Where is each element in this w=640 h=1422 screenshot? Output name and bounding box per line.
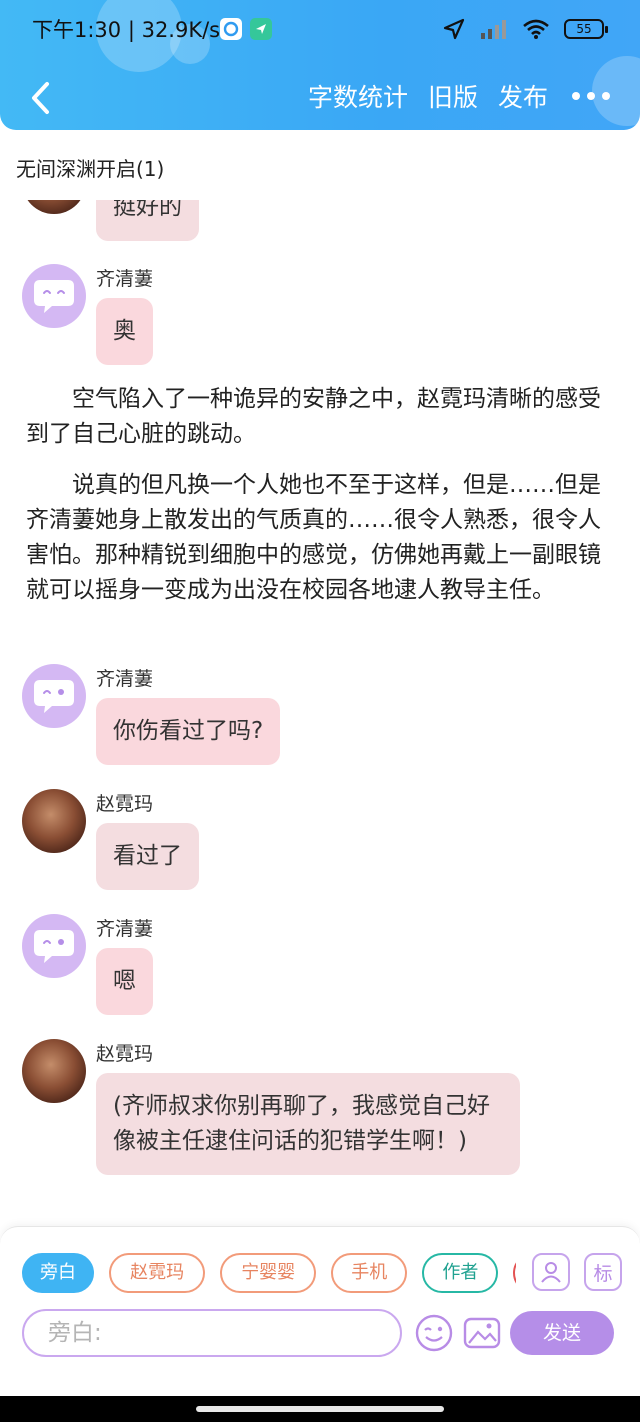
- user-card-icon: [541, 1262, 561, 1283]
- emoji-button[interactable]: [414, 1313, 454, 1353]
- role-chip[interactable]: 赵霓玛: [109, 1253, 206, 1293]
- message-text: 奥: [113, 318, 136, 344]
- signal-icon: [481, 20, 506, 39]
- role-chip-narration[interactable]: 旁白: [22, 1253, 94, 1293]
- home-indicator[interactable]: [196, 1406, 444, 1412]
- message-bubble[interactable]: 你伤看过了吗?: [96, 698, 281, 765]
- tag-label: 标: [593, 1262, 613, 1285]
- avatar[interactable]: [22, 914, 86, 978]
- avatar[interactable]: [22, 200, 86, 214]
- message-bubble[interactable]: 嗯: [96, 948, 153, 1015]
- tag-button[interactable]: 标: [584, 1253, 622, 1291]
- narration-paragraph[interactable]: 空气陷入了一种诡异的安静之中，赵霓玛清晰的感受到了自己心脏的跳动。: [26, 382, 606, 452]
- nav-bar: 字数统计 旧版 发布: [0, 70, 640, 124]
- chat-message[interactable]: 赵霓玛 看过了: [22, 789, 622, 893]
- gps-icon: [443, 18, 465, 40]
- character-manage-button[interactable]: [532, 1253, 570, 1291]
- message-bubble[interactable]: 挺好的: [96, 200, 199, 241]
- role-chip-partial[interactable]: [513, 1253, 516, 1293]
- chat-bubble-face-icon: [34, 680, 74, 713]
- message-text: (齐师叔求你别再聊了，我感觉自己好像被主任逮住问话的犯错学生啊！): [113, 1093, 490, 1154]
- chat-message[interactable]: 挺好的: [22, 200, 622, 242]
- message-text: 嗯: [113, 968, 136, 994]
- location-share-icon: [250, 18, 272, 40]
- message-text: 挺好的: [113, 200, 182, 220]
- status-bar: 下午1:30 | 32.9K/s 55: [0, 0, 640, 60]
- chat-message[interactable]: 齐清萋 嗯: [22, 914, 622, 1018]
- chapter-title: 无间深渊开启(1): [16, 157, 165, 181]
- avatar[interactable]: [22, 1039, 86, 1103]
- composer-panel: 旁白 赵霓玛 宁婴婴 手机 作者 标 旁白: 发送: [0, 1226, 640, 1396]
- chat-message[interactable]: 赵霓玛 (齐师叔求你别再聊了，我感觉自己好像被主任逮住问话的犯错学生啊！): [22, 1039, 622, 1211]
- sender-name: 齐清萋: [96, 268, 154, 290]
- wifi-icon: [523, 19, 549, 39]
- chat-message[interactable]: 齐清萋 奥: [22, 264, 622, 368]
- message-text: 你伤看过了吗?: [113, 718, 264, 744]
- message-input[interactable]: 旁白:: [22, 1309, 402, 1357]
- chat-message[interactable]: 齐清萋 你伤看过了吗?: [22, 664, 622, 768]
- sender-name: 齐清萋: [96, 918, 154, 940]
- old-version-button[interactable]: 旧版: [428, 78, 478, 114]
- avatar[interactable]: [22, 789, 86, 853]
- status-time-speed: 下午1:30 | 32.9K/s: [32, 18, 221, 42]
- role-selector: 旁白 赵霓玛 宁婴婴 手机 作者: [22, 1253, 516, 1295]
- chat-area[interactable]: 挺好的 齐清萋 奥 空气陷入了一种诡异的安静之中，赵霓玛清晰的感受到了自己心脏的…: [0, 200, 640, 1220]
- narration-paragraph[interactable]: 说真的但凡换一个人她也不至于这样，但是……但是齐清萋她身上散发出的气质真的……很…: [26, 468, 606, 608]
- role-chip[interactable]: 作者: [422, 1253, 499, 1293]
- chat-bubble-face-icon: [34, 280, 74, 313]
- word-count-button[interactable]: 字数统计: [308, 78, 408, 114]
- sender-name: 齐清萋: [96, 668, 154, 690]
- message-text: 看过了: [113, 843, 182, 869]
- battery-icon: 55: [564, 19, 608, 39]
- app-notification-icon: [220, 18, 242, 40]
- system-nav-bar: [0, 1396, 640, 1422]
- back-button[interactable]: [20, 78, 60, 118]
- top-header: 下午1:30 | 32.9K/s 55 字数统计 旧版 发布: [0, 0, 640, 130]
- more-dot-icon: [587, 92, 595, 100]
- message-bubble[interactable]: 奥: [96, 298, 153, 365]
- avatar[interactable]: [22, 264, 86, 328]
- chat-bubble-face-icon: [34, 930, 74, 963]
- message-bubble[interactable]: 看过了: [96, 823, 199, 890]
- more-options-button[interactable]: [568, 76, 614, 116]
- role-chip[interactable]: 手机: [331, 1253, 408, 1293]
- sender-name: 赵霓玛: [96, 793, 154, 815]
- more-dot-icon: [572, 92, 580, 100]
- sender-name: 赵霓玛: [96, 1043, 154, 1065]
- status-icons: 55: [442, 14, 608, 44]
- image-icon: [463, 1317, 501, 1349]
- nav-actions: 字数统计 旧版 发布: [308, 76, 614, 116]
- more-dot-icon: [602, 92, 610, 100]
- publish-button[interactable]: 发布: [498, 78, 548, 114]
- send-button[interactable]: 发送: [510, 1311, 614, 1355]
- message-bubble[interactable]: (齐师叔求你别再聊了，我感觉自己好像被主任逮住问话的犯错学生啊！): [96, 1073, 520, 1175]
- chevron-left-icon: [32, 82, 49, 114]
- role-chip[interactable]: 宁婴婴: [220, 1253, 317, 1293]
- avatar[interactable]: [22, 664, 86, 728]
- emoji-icon: [415, 1314, 453, 1352]
- image-button[interactable]: [462, 1313, 502, 1353]
